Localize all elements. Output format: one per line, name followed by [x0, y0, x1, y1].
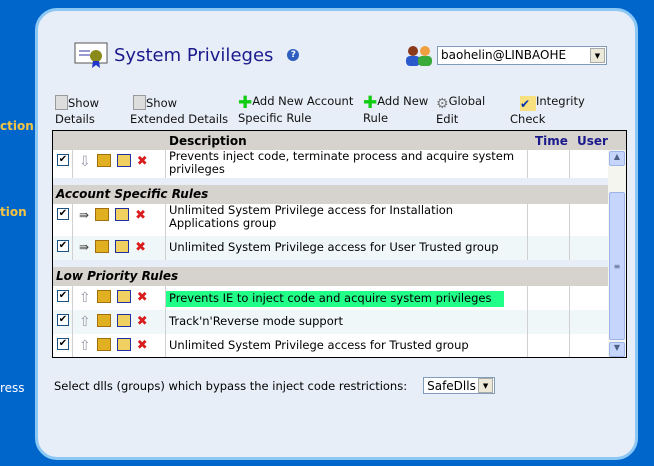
user-cell	[570, 150, 609, 178]
vertical-scrollbar[interactable]: ▲ ≡ ▼	[608, 150, 626, 357]
time-cell	[528, 334, 570, 357]
user-selector: baohelin@LINBAOHE ▼	[403, 43, 607, 67]
rule-description[interactable]: Track'n'Reverse mode support	[169, 314, 343, 328]
user-value: baohelin@LINBAOHE	[441, 48, 567, 62]
chevron-down-icon: ▼	[590, 47, 605, 63]
show-extended-details-button[interactable]: Show Extended Details	[130, 95, 228, 127]
column-time[interactable]: Time	[535, 134, 568, 148]
move-up-icon[interactable]: ⇧	[79, 338, 91, 354]
scroll-thumb[interactable]: ≡	[609, 192, 625, 340]
spacer	[53, 260, 609, 267]
rules-table: Description Time User ✔ ⇩ ✖ Prevents inje…	[52, 130, 627, 358]
move-up-icon[interactable]: ⇧	[79, 290, 91, 306]
dll-bypass-label: Select dlls (groups) which bypass the in…	[54, 378, 408, 393]
chevron-down-icon: ▼	[478, 378, 494, 393]
import-icon[interactable]: ⇛	[79, 208, 89, 222]
table-row[interactable]: ✔ ⇩ ✖ Prevents inject code, terminate pro…	[53, 150, 609, 178]
sidebar-link-3[interactable]: ress	[0, 381, 25, 395]
rule-description[interactable]: Unlimited System Privilege access for In…	[169, 203, 453, 230]
table-row[interactable]: ✔ ⇧ ✖ Unlimited System Privilege access f…	[53, 334, 609, 357]
move-up-icon[interactable]: ⇧	[79, 314, 91, 330]
integrity-check-button[interactable]: ✔ Integrity Check	[510, 93, 585, 127]
main-panel: System Privileges ? baohelin@LINBAOHE ▼ S…	[35, 8, 638, 460]
move-down-icon[interactable]: ⇩	[79, 154, 91, 170]
page-header: System Privileges ?	[74, 41, 300, 69]
column-description[interactable]: Description	[169, 134, 247, 148]
delete-icon[interactable]: ✖	[135, 208, 146, 223]
edit-icon[interactable]	[116, 314, 131, 327]
delete-icon[interactable]: ✖	[137, 290, 148, 305]
import-icon[interactable]: ⇛	[79, 240, 89, 254]
edit-icon[interactable]	[116, 290, 131, 303]
sidebar-link-2[interactable]: tion	[0, 205, 27, 219]
document-icon	[133, 95, 146, 110]
rule-description[interactable]: Prevents IE to inject code and acquire s…	[166, 291, 504, 307]
copy-icon[interactable]	[96, 314, 111, 327]
user-cell	[570, 310, 609, 334]
user-dropdown[interactable]: baohelin@LINBAOHE ▼	[437, 45, 607, 65]
show-details-button[interactable]: Show Details	[55, 95, 99, 127]
enable-checkbox[interactable]: ✔	[57, 290, 69, 302]
rule-description[interactable]: Unlimited System Privilege access for Tr…	[169, 338, 469, 352]
checklist-icon: ✔	[520, 96, 536, 111]
enable-checkbox[interactable]: ✔	[57, 338, 69, 350]
time-cell	[528, 236, 570, 260]
enable-checkbox[interactable]: ✔	[57, 240, 69, 252]
add-account-rule-button[interactable]: ✚Add New Account Specific Rule	[238, 93, 353, 126]
global-edit-button[interactable]: ⚙Global Edit	[436, 93, 485, 127]
plus-icon: ✚	[363, 93, 378, 113]
user-cell	[570, 236, 609, 260]
dll-group-dropdown[interactable]: SafeDlls ▼	[423, 377, 496, 394]
dll-group-value: SafeDlls	[427, 378, 476, 393]
delete-icon[interactable]: ✖	[137, 314, 148, 329]
table-row[interactable]: ✔ ⇧ ✖ Track'n'Reverse mode support	[53, 310, 609, 334]
table-header: Description Time User	[53, 131, 626, 150]
time-cell	[528, 286, 570, 310]
copy-icon[interactable]	[95, 240, 110, 253]
copy-icon[interactable]	[95, 208, 110, 221]
page-title: System Privileges	[114, 44, 274, 66]
table-row[interactable]: ✔ ⇛ ✖ Unlimited System Privilege access f…	[53, 236, 609, 260]
table-row[interactable]: ✔ ⇛ ✖ Unlimited System Privilege access f…	[53, 204, 609, 236]
enable-checkbox[interactable]: ✔	[57, 208, 69, 220]
delete-icon[interactable]: ✖	[137, 154, 148, 169]
group-header: Account Specific Rules	[53, 185, 609, 204]
users-icon	[406, 46, 432, 66]
plus-icon: ✚	[238, 93, 253, 113]
rule-description[interactable]: Unlimited System Privilege access for Us…	[169, 240, 499, 254]
copy-icon[interactable]	[96, 290, 111, 303]
rule-description[interactable]: Prevents inject code, terminate process …	[169, 149, 514, 176]
scroll-down-icon[interactable]: ▼	[609, 342, 625, 357]
dll-bypass-setting: Select dlls (groups) which bypass the in…	[54, 377, 496, 394]
edit-icon[interactable]	[115, 240, 130, 253]
delete-icon[interactable]: ✖	[135, 240, 146, 255]
gear-icon: ⚙	[436, 96, 449, 112]
copy-icon[interactable]	[96, 154, 111, 167]
certificate-icon	[74, 42, 108, 68]
edit-icon[interactable]	[116, 338, 131, 351]
edit-icon[interactable]	[115, 208, 130, 221]
column-user[interactable]: User	[577, 134, 608, 148]
time-cell	[528, 204, 570, 236]
add-rule-button[interactable]: ✚Add New Rule	[363, 93, 428, 126]
table-row[interactable]: ✔ ⇧ ✖ Prevents IE to inject code and acqu…	[53, 286, 609, 310]
enable-checkbox[interactable]: ✔	[57, 154, 69, 166]
time-cell	[528, 310, 570, 334]
time-cell	[528, 150, 570, 178]
user-cell	[570, 334, 609, 357]
sidebar-link-1[interactable]: ction	[0, 119, 34, 133]
help-icon[interactable]: ?	[287, 49, 300, 61]
enable-checkbox[interactable]: ✔	[57, 314, 69, 326]
user-cell	[570, 286, 609, 310]
user-cell	[570, 204, 609, 236]
delete-icon[interactable]: ✖	[137, 338, 148, 353]
scroll-up-icon[interactable]: ▲	[609, 151, 625, 166]
group-header: Low Priority Rules	[53, 267, 609, 286]
spacer	[53, 178, 609, 185]
edit-icon[interactable]	[116, 154, 131, 167]
document-icon	[55, 95, 68, 110]
copy-icon[interactable]	[96, 338, 111, 351]
